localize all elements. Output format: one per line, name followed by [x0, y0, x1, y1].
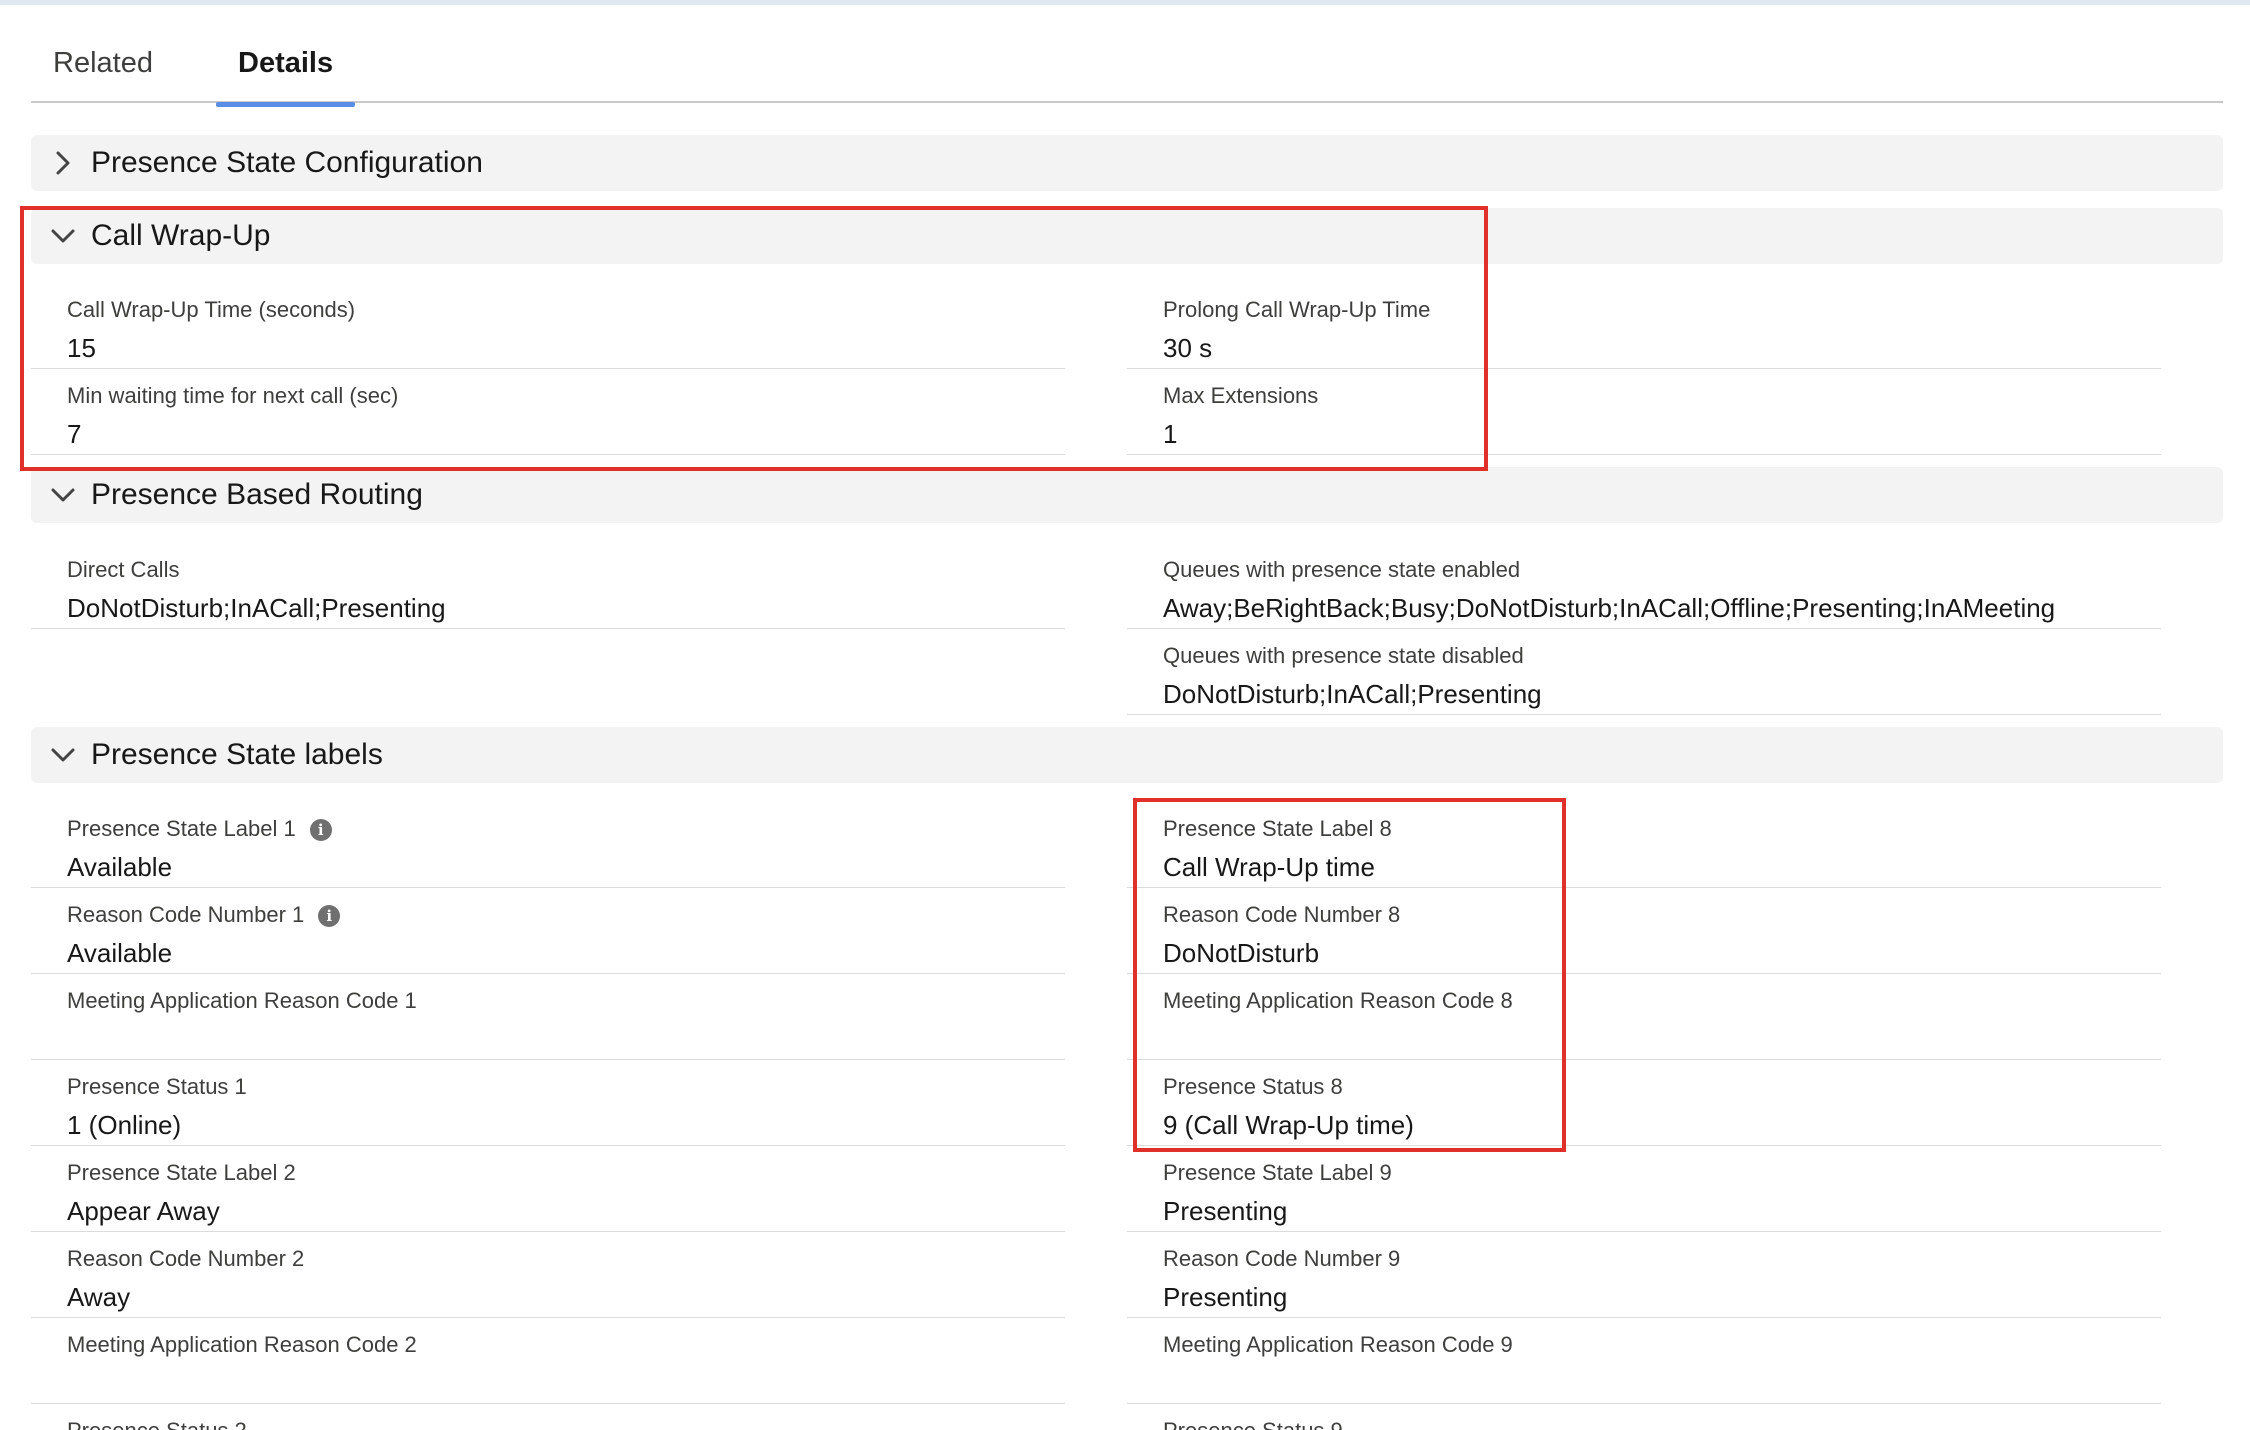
- field-label: Presence State Label 9: [1163, 1160, 1392, 1185]
- info-icon[interactable]: i: [309, 819, 332, 841]
- field-direct-calls: Direct Calls DoNotDisturb;InACall;Presen…: [31, 543, 1065, 629]
- field-presence-status-1: Presence Status 1 1 (Online): [31, 1060, 1065, 1146]
- tab-details[interactable]: Details: [215, 47, 356, 107]
- field-label: Reason Code Number 1 i: [67, 902, 341, 928]
- field-min-waiting-time: Min waiting time for next call (sec) 7: [31, 369, 1065, 455]
- field-value: 30 s: [1163, 333, 1213, 363]
- field-value: DoNotDisturb: [1163, 938, 1320, 968]
- chevron-down-icon: [51, 748, 75, 762]
- field-label: Queues with presence state enabled: [1163, 557, 1521, 582]
- field-value: Call Wrap-Up time: [1163, 852, 1375, 882]
- field-reason-code-number-9: Reason Code Number 9 Presenting: [1127, 1232, 2161, 1318]
- field-value: 7: [67, 419, 82, 449]
- field-reason-code-number-2: Reason Code Number 2 Away: [31, 1232, 1065, 1318]
- field-meeting-app-reason-code-1: Meeting Application Reason Code 1: [31, 974, 1065, 1060]
- field-queues-enabled: Queues with presence state enabled Away;…: [1127, 543, 2161, 629]
- field-presence-state-label-1: Presence State Label 1 i Available: [31, 802, 1065, 888]
- field-value: Away: [67, 1282, 131, 1312]
- field-value: Available: [67, 852, 173, 882]
- record-detail-card: Related Details Presence State Configura…: [0, 5, 2250, 1430]
- section-title: Presence Based Routing: [91, 478, 423, 511]
- field-label: Presence Status 1: [67, 1074, 247, 1099]
- field-presence-status-2: Presence Status 2: [31, 1404, 1065, 1430]
- field-max-extensions: Max Extensions 1: [1127, 369, 2161, 455]
- field-label: Presence State Label 8: [1163, 816, 1392, 841]
- section-title: Presence State labels: [91, 738, 383, 771]
- field-value: Away;BeRightBack;Busy;DoNotDisturb;InACa…: [1163, 593, 2056, 623]
- info-icon[interactable]: i: [318, 905, 341, 927]
- field-label: Call Wrap-Up Time (seconds): [67, 297, 356, 322]
- field-presence-status-9: Presence Status 9: [1127, 1404, 2161, 1430]
- tab-bar: Related Details: [31, 5, 2223, 107]
- field-label: Meeting Application Reason Code 8: [1163, 988, 1513, 1013]
- field-meeting-app-reason-code-2: Meeting Application Reason Code 2: [31, 1318, 1065, 1404]
- field-label: Prolong Call Wrap-Up Time: [1163, 297, 1431, 322]
- field-label: Meeting Application Reason Code 1: [67, 988, 417, 1013]
- field-call-wrap-up-time: Call Wrap-Up Time (seconds) 15: [31, 283, 1065, 369]
- field-presence-status-8: Presence Status 8 9 (Call Wrap-Up time): [1127, 1060, 2161, 1146]
- field-label: Presence Status 9: [1163, 1418, 1343, 1430]
- field-presence-state-label-2: Presence State Label 2 Appear Away: [31, 1146, 1065, 1232]
- field-label: Direct Calls: [67, 557, 180, 582]
- field-value: DoNotDisturb;InACall;Presenting: [67, 593, 446, 623]
- field-value: 1 (Online): [67, 1110, 182, 1140]
- chevron-right-icon: [56, 151, 70, 175]
- field-label: Meeting Application Reason Code 2: [67, 1332, 417, 1357]
- field-meeting-app-reason-code-8: Meeting Application Reason Code 8: [1127, 974, 2161, 1060]
- field-reason-code-number-8: Reason Code Number 8 DoNotDisturb: [1127, 888, 2161, 974]
- field-label-text: Presence State Label 1: [67, 816, 296, 841]
- field-label: Min waiting time for next call (sec): [67, 383, 399, 408]
- field-label: Presence Status 8: [1163, 1074, 1343, 1099]
- section-presence-based-routing[interactable]: Presence Based Routing: [31, 467, 2223, 523]
- tab-related[interactable]: Related: [53, 47, 153, 101]
- field-label: Reason Code Number 8: [1163, 902, 1401, 927]
- field-label-text: Reason Code Number 1: [67, 902, 305, 927]
- field-value: Presenting: [1163, 1196, 1288, 1226]
- section-title: Call Wrap-Up: [91, 219, 271, 252]
- field-value: 9 (Call Wrap-Up time): [1163, 1110, 1414, 1140]
- field-prolong-call-wrap-up-time: Prolong Call Wrap-Up Time 30 s: [1127, 283, 2161, 369]
- field-label: Meeting Application Reason Code 9: [1163, 1332, 1513, 1357]
- field-label: Max Extensions: [1163, 383, 1319, 408]
- field-value: DoNotDisturb;InACall;Presenting: [1163, 679, 1542, 709]
- field-label: Presence State Label 1 i: [67, 816, 332, 842]
- section-presence-state-labels[interactable]: Presence State labels: [31, 727, 2223, 783]
- field-value: Appear Away: [67, 1196, 220, 1226]
- section-title: Presence State Configuration: [91, 146, 483, 179]
- field-label: Reason Code Number 2: [67, 1246, 305, 1271]
- field-value: Available: [67, 938, 173, 968]
- field-presence-state-label-8: Presence State Label 8 Call Wrap-Up time: [1127, 802, 2161, 888]
- section-presence-state-configuration[interactable]: Presence State Configuration: [31, 135, 2223, 191]
- field-presence-state-label-9: Presence State Label 9 Presenting: [1127, 1146, 2161, 1232]
- field-reason-code-number-1: Reason Code Number 1 i Available: [31, 888, 1065, 974]
- field-meeting-app-reason-code-9: Meeting Application Reason Code 9: [1127, 1318, 2161, 1404]
- field-queues-disabled: Queues with presence state disabled DoNo…: [1127, 629, 2161, 715]
- field-label: Reason Code Number 9: [1163, 1246, 1401, 1271]
- field-label: Presence Status 2: [67, 1418, 247, 1430]
- chevron-down-icon: [51, 229, 75, 243]
- field-value: 15: [67, 333, 96, 363]
- field-value: Presenting: [1163, 1282, 1288, 1312]
- chevron-down-icon: [51, 488, 75, 502]
- field-label: Presence State Label 2: [67, 1160, 296, 1185]
- field-value: 1: [1163, 419, 1178, 449]
- section-call-wrap-up[interactable]: Call Wrap-Up: [31, 208, 2223, 264]
- field-label: Queues with presence state disabled: [1163, 643, 1524, 668]
